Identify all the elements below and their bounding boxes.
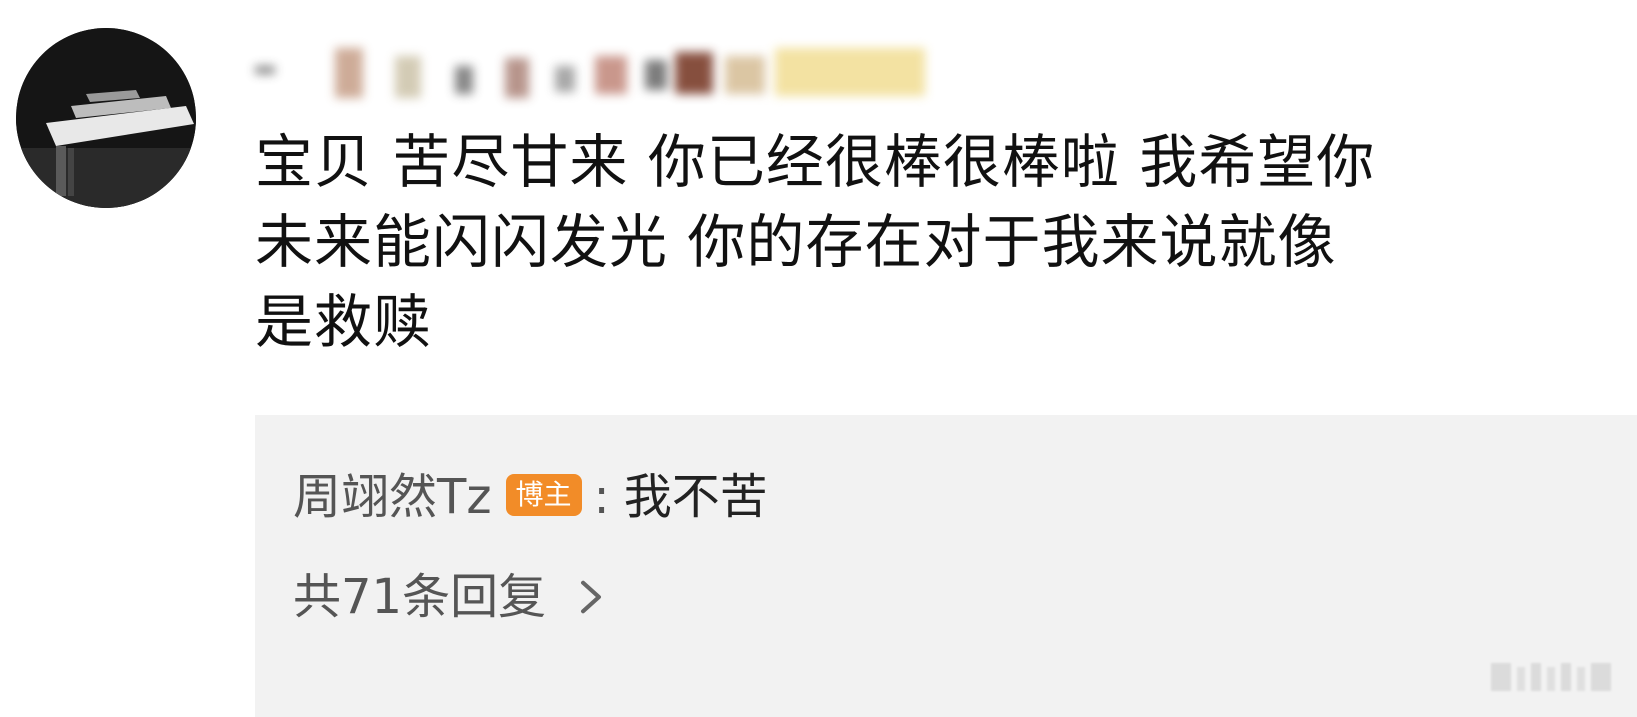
chevron-right-icon [572, 578, 610, 616]
username-obscured [255, 38, 955, 108]
comment-text: 宝贝 苦尽甘来 你已经很棒很棒啦 我希望你 未来能闪闪发光 你的存在对于我来说就… [255, 128, 1376, 356]
view-replies-link[interactable]: 共71条回复 [293, 565, 610, 629]
watermark-logo [1487, 655, 1617, 699]
reply-colon: : [593, 469, 610, 525]
reply-text: 我不苦 [623, 469, 768, 525]
avatar-image [16, 28, 196, 208]
blogger-badge: 博主 [505, 474, 582, 516]
avatar[interactable] [16, 28, 196, 208]
reply-item[interactable]: 周翊然Tz 博主 : 我不苦 [293, 465, 768, 529]
reply-count-label: 共71条回复 [293, 569, 547, 625]
reply-preview[interactable]: 周翊然Tz 博主 : 我不苦 共71条回复 [255, 415, 1637, 717]
reply-author[interactable]: 周翊然Tz [293, 465, 492, 529]
